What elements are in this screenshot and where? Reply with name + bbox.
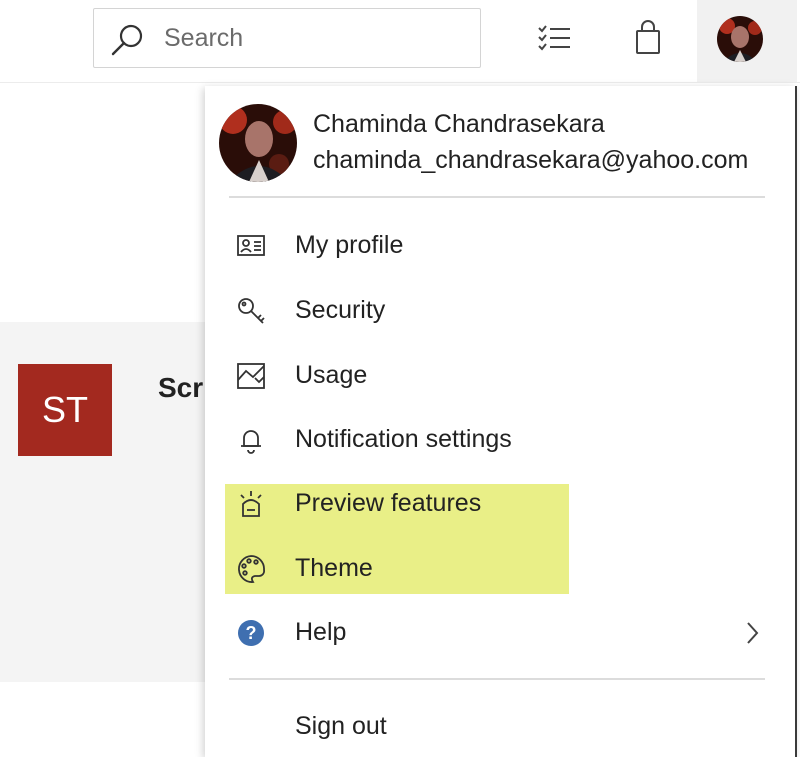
- search-icon: [111, 24, 143, 56]
- divider: [229, 196, 765, 198]
- preview-features-icon: [240, 491, 262, 517]
- help-icon: ?: [238, 620, 264, 646]
- menu-item-notification-settings[interactable]: Notification settings: [225, 412, 765, 468]
- menu-item-label: Security: [295, 296, 386, 324]
- account-menu: Chaminda Chandrasekara chaminda_chandras…: [205, 86, 797, 757]
- palette-icon: [238, 555, 265, 583]
- search-input[interactable]: [164, 21, 464, 55]
- user-email: chaminda_chandrasekara@yahoo.com: [313, 146, 749, 174]
- menu-item-theme[interactable]: Theme: [225, 541, 765, 597]
- menu-item-label: Notification settings: [295, 425, 512, 453]
- site-logo-tile[interactable]: ST: [18, 364, 112, 456]
- account-button[interactable]: [697, 0, 797, 82]
- menu-item-label: Preview features: [295, 489, 482, 517]
- menu-item-label: My profile: [295, 231, 404, 259]
- menu-item-help[interactable]: ? Help: [225, 605, 765, 661]
- avatar: [219, 104, 297, 182]
- menu-item-security[interactable]: Security: [225, 283, 765, 339]
- search-box[interactable]: [93, 8, 481, 68]
- shopping-bag-icon[interactable]: [630, 20, 666, 56]
- site-title[interactable]: Scr: [158, 372, 203, 404]
- page: ST Scr Chaminda Chandrasekara chaminda_c…: [0, 0, 800, 757]
- menu-item-preview-features[interactable]: Preview features: [225, 476, 765, 532]
- sign-out-button[interactable]: Sign out: [225, 699, 765, 755]
- chevron-right-icon: [747, 622, 759, 644]
- tasks-icon[interactable]: [536, 20, 572, 56]
- menu-item-label: Help: [295, 618, 347, 646]
- usage-icon: [237, 363, 265, 389]
- menu-item-my-profile[interactable]: My profile: [225, 218, 765, 274]
- menu-item-label: Usage: [295, 361, 368, 389]
- sign-out-label: Sign out: [295, 712, 387, 740]
- site-tile-text: ST: [41, 389, 88, 430]
- contact-card-icon: [237, 235, 265, 256]
- svg-text:?: ?: [246, 623, 257, 643]
- divider: [229, 678, 765, 680]
- avatar: [717, 16, 763, 62]
- menu-item-label: Theme: [295, 554, 373, 582]
- top-bar: [0, 0, 800, 83]
- menu-item-usage[interactable]: Usage: [225, 348, 765, 404]
- account-menu-header: Chaminda Chandrasekara chaminda_chandras…: [205, 86, 795, 196]
- bell-icon: [241, 430, 261, 454]
- user-name: Chaminda Chandrasekara: [313, 110, 605, 138]
- key-icon: [238, 298, 265, 324]
